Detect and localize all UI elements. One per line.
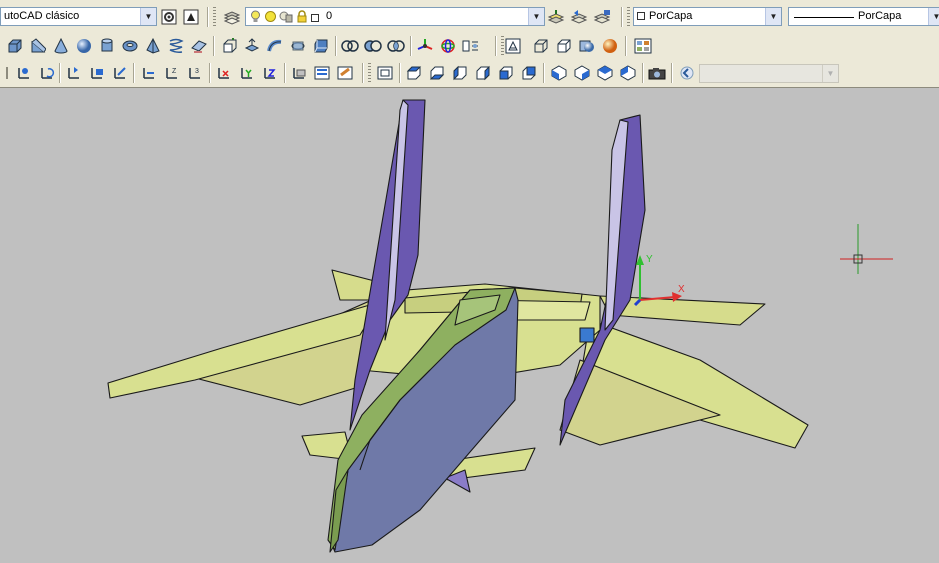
drawing-viewport[interactable]: Y X [0,88,939,563]
chevron-down-icon[interactable]: ▼ [765,8,781,25]
top-view-icon[interactable] [404,63,424,83]
view-previous-icon[interactable] [677,63,697,83]
svg-text:3: 3 [195,68,199,75]
linetype-combo-value: PorCapa [858,10,902,22]
3d-rotate-icon[interactable] [438,36,458,56]
3d-align-icon[interactable] [461,36,481,56]
svg-text:Z: Z [172,68,177,75]
sweep-icon[interactable] [265,36,285,56]
view-combo[interactable]: ▼ [699,64,839,83]
sun-icon[interactable] [264,10,277,26]
linetype-preview [794,17,854,18]
ucs-y-icon[interactable] [237,63,257,83]
ne-iso-icon[interactable] [595,63,615,83]
workspace-settings-icon[interactable] [159,7,179,27]
2d-wireframe-icon[interactable] [503,36,523,56]
chevron-down-icon[interactable]: ▼ [140,8,156,25]
planar-surface-icon[interactable] [189,36,209,56]
ucs-world-icon[interactable] [37,63,57,83]
ucs-settings-icon[interactable] [335,63,355,83]
ucs-icon[interactable] [14,63,34,83]
subtract-icon[interactable] [363,36,383,56]
camera-icon[interactable] [647,63,667,83]
torus-icon[interactable] [120,36,140,56]
color-combo-value: PorCapa [649,10,693,22]
color-square-icon [311,12,319,24]
intersect-icon[interactable] [386,36,406,56]
ucs-previous-icon[interactable] [64,63,84,83]
ucs-y-label: Y [646,254,653,265]
layer-previous-icon[interactable] [569,7,589,27]
union-icon[interactable] [340,36,360,56]
small-block [579,327,595,343]
layer-combo-value: 0 [326,10,333,22]
toolbar-row-workspaces-layers: utoCAD clásico ▼ 0 ▼ PorCapa ▼ PorCapa ▼ [0,0,939,34]
ucs-z-icon[interactable] [260,63,280,83]
cylinder-icon[interactable] [97,36,117,56]
make-object-layer-current-icon[interactable] [546,7,566,27]
named-ucs-icon[interactable] [312,63,332,83]
ucs-axes-indicator: Y X [633,254,685,307]
left-view-icon[interactable] [450,63,470,83]
workspace-combo[interactable]: utoCAD clásico ▼ [0,7,157,26]
conceptual-icon[interactable] [600,36,620,56]
linetype-combo[interactable]: PorCapa ▼ [788,7,939,26]
revolve-icon[interactable] [288,36,308,56]
chevron-down-icon[interactable]: ▼ [822,65,838,82]
ucs-x-icon[interactable] [214,63,234,83]
workspace-save-icon[interactable] [181,7,201,27]
layer-properties-icon[interactable] [222,7,242,27]
hidden-icon[interactable] [554,36,574,56]
bottom-view-icon[interactable] [427,63,447,83]
pyramid-icon[interactable] [143,36,163,56]
ucs-origin-icon[interactable]: Z [162,63,182,83]
se-iso-icon[interactable] [572,63,592,83]
bulb-on-icon[interactable] [250,10,261,26]
ucs-apply-icon[interactable] [289,63,309,83]
sw-iso-icon[interactable] [549,63,569,83]
3d-wireframe-icon[interactable] [531,36,551,56]
crosshair-cursor [840,224,893,274]
ucs-object-icon[interactable] [110,63,130,83]
workspace-combo-value: utoCAD clásico [4,10,80,22]
viewport-freeze-icon[interactable] [279,10,293,26]
ucs-view-icon[interactable] [139,63,159,83]
loft-icon[interactable] [311,36,331,56]
lock-icon[interactable] [296,10,308,26]
back-view-icon[interactable] [519,63,539,83]
toolbar-row-modeling [0,33,939,61]
presspull-icon[interactable] [242,36,262,56]
helix-icon[interactable] [166,36,186,56]
layer-states-icon[interactable] [592,7,612,27]
layer-combo[interactable]: 0 ▼ [245,7,545,26]
front-view-icon[interactable] [496,63,516,83]
toolbar-grip[interactable] [0,63,12,83]
ucs-face-icon[interactable] [87,63,107,83]
ucs-3point-icon[interactable]: 3 [185,63,205,83]
visual-styles-manager-icon[interactable] [633,36,653,56]
color-combo[interactable]: PorCapa ▼ [633,7,782,26]
nw-iso-icon[interactable] [618,63,638,83]
right-view-icon[interactable] [473,63,493,83]
ucs-x-label: X [678,284,685,295]
realistic-icon[interactable] [577,36,597,56]
3d-move-icon[interactable] [415,36,435,56]
sphere-icon[interactable] [74,36,94,56]
extrude-icon[interactable] [219,36,239,56]
toolbar-row-ucs-views: Z 3 ▼ [0,60,939,88]
chevron-down-icon[interactable]: ▼ [928,8,939,25]
wedge-icon[interactable] [28,36,48,56]
cone-icon[interactable] [51,36,71,56]
chevron-down-icon[interactable]: ▼ [528,8,544,25]
box-icon[interactable] [5,36,25,56]
color-swatch-icon [637,12,645,20]
jet-3d-model: Y X [107,99,893,553]
named-views-icon[interactable] [375,63,395,83]
